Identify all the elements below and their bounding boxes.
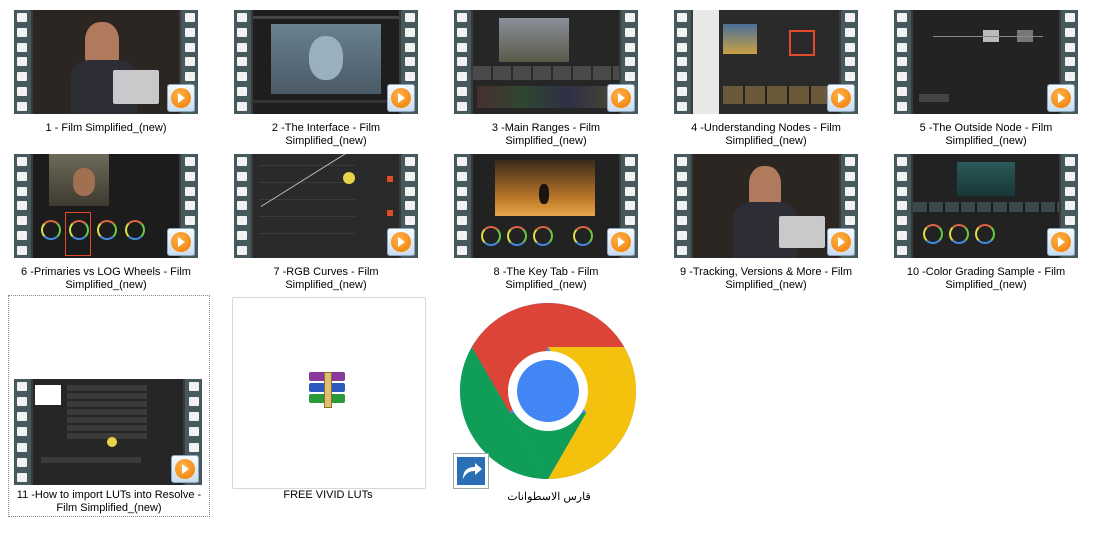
file-item-6[interactable]: 6 -Primaries vs LOG Wheels - Film Simpli…: [12, 154, 200, 291]
video-thumbnail: [454, 154, 638, 258]
file-item-7[interactable]: 7 -RGB Curves - Film Simplified_(new): [232, 154, 420, 291]
file-name: 10 -Color Grading Sample - Film Simplifi…: [906, 266, 1066, 291]
file-name: 6 -Primaries vs LOG Wheels - Film Simpli…: [21, 266, 191, 291]
file-name: 4 -Understanding Nodes - Film Simplified…: [691, 122, 841, 147]
file-item-10[interactable]: 10 -Color Grading Sample - Film Simplifi…: [892, 154, 1080, 291]
file-item-8[interactable]: 8 -The Key Tab - Film Simplified_(new): [452, 154, 640, 291]
play-icon: [827, 84, 855, 112]
video-thumbnail: [894, 10, 1078, 114]
file-name: قارس الاسطوانات: [507, 491, 591, 503]
file-name: 5 -The Outside Node - Film Simplified_(n…: [919, 122, 1053, 147]
file-name: 3 -Main Ranges - Film Simplified_(new): [491, 122, 601, 147]
play-icon: [827, 228, 855, 256]
video-thumbnail: [674, 154, 858, 258]
file-item-4[interactable]: 4 -Understanding Nodes - Film Simplified…: [672, 10, 860, 147]
video-thumbnail: [454, 10, 638, 114]
video-thumbnail: [14, 379, 202, 485]
file-item-13[interactable]: قارس الاسطوانات: [446, 295, 652, 510]
file-item-12[interactable]: FREE VIVID LUTs: [230, 295, 426, 510]
shortcut-arrow-icon: [453, 453, 489, 489]
video-thumbnail: [894, 154, 1078, 258]
video-thumbnail: [234, 10, 418, 114]
file-name: 2 -The Interface - Film Simplified_(new): [271, 122, 381, 147]
file-item-3[interactable]: 3 -Main Ranges - Film Simplified_(new): [452, 10, 640, 147]
file-item-9[interactable]: 9 -Tracking, Versions & More - Film Simp…: [672, 154, 860, 291]
archive-thumbnail: [232, 297, 426, 489]
play-icon: [387, 228, 415, 256]
file-name: 11 -How to import LUTs into Resolve - Fi…: [16, 489, 202, 514]
play-icon: [1047, 228, 1075, 256]
file-item-1[interactable]: 1 - Film Simplified_(new): [12, 10, 200, 135]
winrar-archive-icon: [307, 372, 347, 408]
file-item-11[interactable]: 11 -How to import LUTs into Resolve - Fi…: [8, 295, 210, 517]
video-thumbnail: [674, 10, 858, 114]
play-icon: [167, 228, 195, 256]
file-name: 8 -The Key Tab - Film Simplified_(new): [493, 266, 599, 291]
play-icon: [171, 455, 199, 483]
file-name: 1 - Film Simplified_(new): [45, 122, 167, 134]
video-thumbnail: [14, 10, 198, 114]
file-item-5[interactable]: 5 -The Outside Node - Film Simplified_(n…: [892, 10, 1080, 147]
play-icon: [1047, 84, 1075, 112]
file-name: FREE VIVID LUTs: [283, 489, 373, 501]
play-icon: [607, 84, 635, 112]
file-name: 7 -RGB Curves - Film Simplified_(new): [273, 266, 379, 291]
file-item-2[interactable]: 2 -The Interface - Film Simplified_(new): [232, 10, 420, 147]
play-icon: [387, 84, 415, 112]
video-thumbnail: [234, 154, 418, 258]
video-thumbnail: [14, 154, 198, 258]
play-icon: [167, 84, 195, 112]
file-name: 9 -Tracking, Versions & More - Film Simp…: [680, 266, 852, 291]
play-icon: [607, 228, 635, 256]
